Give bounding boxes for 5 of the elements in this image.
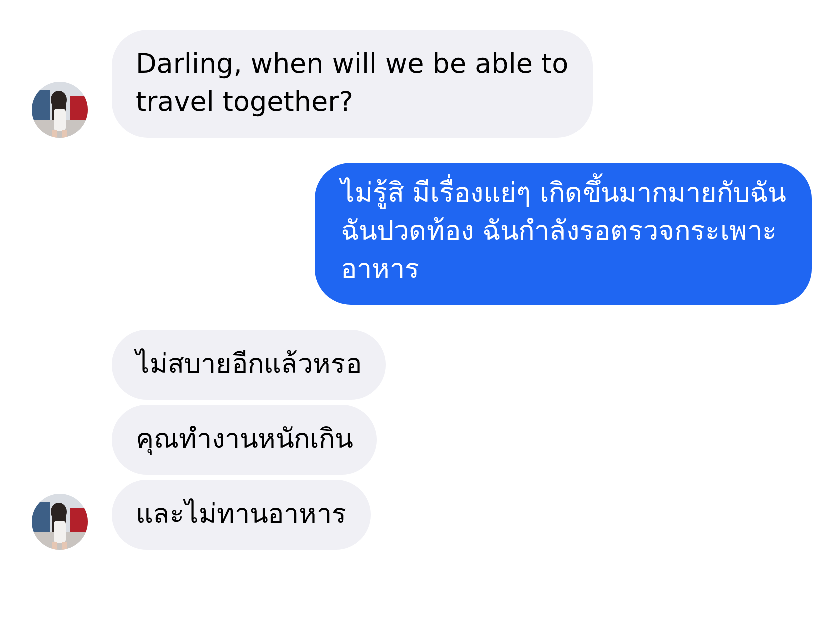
message-bubble: Darling, when will we be able to travel together?: [112, 30, 593, 138]
message-bubble: คุณทำงานหนักเกิน: [112, 405, 377, 475]
message-bubble: และไม่ทานอาหาร: [112, 480, 371, 550]
message-bubble: ไม่สบายอีกแล้วหรอ: [112, 330, 386, 400]
message-bubble: ไม่รู้สิ มีเรื่องแย่ๆ เกิดขึ้นมากมายกับฉัน ฉันปวดท้อง ฉันกำลังรอตรวจกระเพาะ อาหาร: [314, 163, 812, 305]
